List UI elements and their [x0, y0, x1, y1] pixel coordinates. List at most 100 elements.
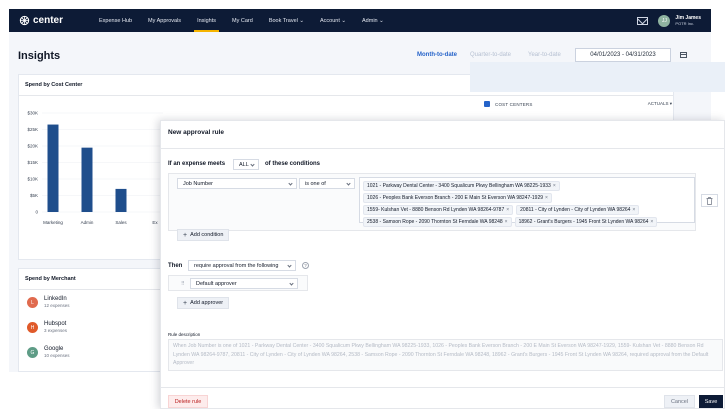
bar[interactable]: [47, 124, 59, 212]
merchant-item[interactable]: H Hubspot 3 expenses: [27, 321, 67, 334]
top-nav: center Expense Hub My Approvals Insights…: [9, 9, 711, 32]
cost-center-bar-chart: $30K $25K $20K $15K $10K $5K 0 Marketing Admin Sa…: [27, 111, 163, 225]
then-action-select[interactable]: require approval from the following: [188, 260, 296, 271]
cost-centers-header: COST CENTERS: [495, 101, 533, 107]
logo-text: center: [33, 15, 64, 26]
remove-tag-icon[interactable]: ×: [505, 219, 508, 225]
merchant-item[interactable]: L LinkedIn 12 expenses: [27, 296, 70, 309]
tag-label: 1026 - Peoples Bank Everson Branch - 200…: [367, 195, 544, 201]
mail-icon[interactable]: [637, 16, 649, 25]
x-tick-label: Admin: [81, 220, 94, 225]
calendar-icon[interactable]: [680, 52, 687, 58]
then-label: Then: [168, 263, 183, 269]
y-tick-label: $5K: [30, 193, 38, 198]
nav-expense-hub[interactable]: Expense Hub: [91, 9, 140, 32]
add-condition-label: Add condition: [190, 232, 224, 238]
condition-field-select[interactable]: Job Number: [177, 178, 297, 189]
y-tick-label: $20K: [27, 144, 38, 149]
period-year-to-date[interactable]: Year-to-date: [528, 52, 561, 58]
merchant-count: 3 expenses: [44, 328, 68, 333]
nav-links: Expense Hub My Approvals Insights My Car…: [91, 9, 392, 32]
then-select-value: require approval from the following: [194, 262, 279, 269]
merchant-count: 12 expenses: [44, 303, 70, 308]
match-select-value: ALL: [239, 161, 249, 168]
drag-handle-icon[interactable]: ⠿: [181, 281, 185, 287]
value-tag[interactable]: 1026 - Peoples Bank Everson Branch - 200…: [363, 193, 552, 203]
chevron-down-icon: [289, 281, 294, 286]
user-info[interactable]: Jim James POTR Inc.: [675, 15, 701, 26]
merchant-name: LinkedIn: [44, 296, 67, 302]
center-logo-icon: [19, 15, 30, 26]
value-tag[interactable]: 18962 - Grant's Burgers - 1945 Front St …: [514, 217, 658, 227]
card-divider: [19, 95, 673, 96]
card-title: Spend by Cost Center: [25, 82, 83, 88]
x-tick-label: Marketing: [43, 220, 63, 225]
remove-tag-icon[interactable]: ×: [506, 207, 509, 213]
nav-my-approvals[interactable]: My Approvals: [140, 9, 189, 32]
period-month-to-date[interactable]: Month-to-date: [417, 52, 457, 58]
help-icon[interactable]: ?: [302, 262, 309, 269]
approver-select[interactable]: Default approver: [190, 278, 298, 289]
y-tick-label: $10K: [27, 177, 38, 182]
value-tag[interactable]: 1021 - Parkway Dental Center - 3400 Squa…: [363, 181, 560, 191]
if-suffix-label: of these conditions: [265, 161, 321, 167]
condition-operator-select[interactable]: is one of: [299, 178, 355, 189]
if-label: If an expense meets: [168, 161, 226, 167]
remove-tag-icon[interactable]: ×: [545, 195, 548, 201]
nav-book-travel[interactable]: Book Travel ⌄: [261, 9, 312, 32]
value-tag[interactable]: 2538 - Samson Rope - 2090 Thornton St Fe…: [363, 217, 512, 227]
condition-values-input[interactable]: 1021 - Parkway Dental Center - 3400 Squa…: [359, 177, 695, 227]
delete-condition-button[interactable]: [701, 194, 718, 207]
remove-tag-icon[interactable]: ×: [650, 219, 653, 225]
cancel-button[interactable]: Cancel: [664, 395, 695, 408]
merchant-name: Hubspot: [44, 321, 67, 327]
page-title: Insights: [18, 50, 61, 62]
chevron-down-icon: [346, 181, 351, 186]
card-title: Spend by Merchant: [25, 276, 76, 282]
merchant-avatar: H: [27, 322, 38, 333]
save-button[interactable]: Save: [699, 395, 723, 408]
logo[interactable]: center: [19, 15, 63, 26]
y-tick-label: $15K: [27, 160, 38, 165]
chevron-down-icon: [287, 263, 292, 268]
background-panel: [470, 62, 725, 92]
bar[interactable]: [115, 188, 127, 212]
x-tick-label: Ex: [152, 220, 158, 225]
avatar[interactable]: JJ: [658, 14, 671, 27]
card-divider: [19, 289, 177, 290]
y-tick-label: 0: [35, 210, 38, 215]
value-tag[interactable]: 20811 - City of Lynden - City of Lynden …: [516, 205, 640, 215]
actuals-header[interactable]: ACTUALS ▾: [648, 101, 672, 107]
x-tick-label: Sales: [115, 220, 127, 225]
tag-label: 1021 - Parkway Dental Center - 3400 Squa…: [367, 183, 551, 189]
bar[interactable]: [81, 147, 93, 212]
modal-divider: [161, 148, 724, 149]
tag-label: 18962 - Grant's Burgers - 1945 Front St …: [518, 219, 649, 225]
period-quarter-to-date[interactable]: Quarter-to-date: [470, 52, 511, 58]
add-approver-button[interactable]: + Add approver: [177, 297, 230, 309]
remove-tag-icon[interactable]: ×: [553, 183, 556, 189]
remove-tag-icon[interactable]: ×: [632, 207, 635, 213]
match-select[interactable]: ALL: [233, 159, 259, 170]
nav-insights[interactable]: Insights: [189, 9, 224, 32]
nav-my-card[interactable]: My Card: [224, 9, 261, 32]
merchant-name: Google: [44, 346, 64, 352]
nav-admin[interactable]: Admin ⌄: [354, 9, 392, 32]
nav-account[interactable]: Account ⌄: [312, 9, 354, 32]
merchant-item[interactable]: G Google 10 expenses: [27, 346, 70, 359]
footer-divider: [161, 387, 724, 388]
user-org: POTR Inc.: [675, 21, 695, 26]
value-tag[interactable]: 1559- Kulshan Vet - 8880 Benson Rd Lynde…: [363, 205, 514, 215]
add-condition-button[interactable]: + Add condition: [177, 229, 230, 241]
nav-right: JJ Jim James POTR Inc.: [637, 14, 701, 27]
add-approver-label: Add approver: [190, 300, 224, 306]
select-all-checkbox[interactable]: [484, 101, 490, 107]
delete-rule-button[interactable]: Delete rule: [168, 395, 208, 408]
actuals-label: ACTUALS: [647, 101, 669, 106]
date-range-picker[interactable]: 04/01/2023 - 04/31/2023: [575, 48, 671, 62]
operator-select-value: is one of: [305, 180, 326, 187]
cost-centers-table-header: COST CENTERS ACTUALS ▾: [484, 97, 672, 111]
rule-description-field[interactable]: When Job Number is one of 1021 - Parkway…: [168, 339, 723, 371]
plus-icon: +: [183, 231, 188, 239]
chevron-down-icon: [250, 162, 255, 167]
